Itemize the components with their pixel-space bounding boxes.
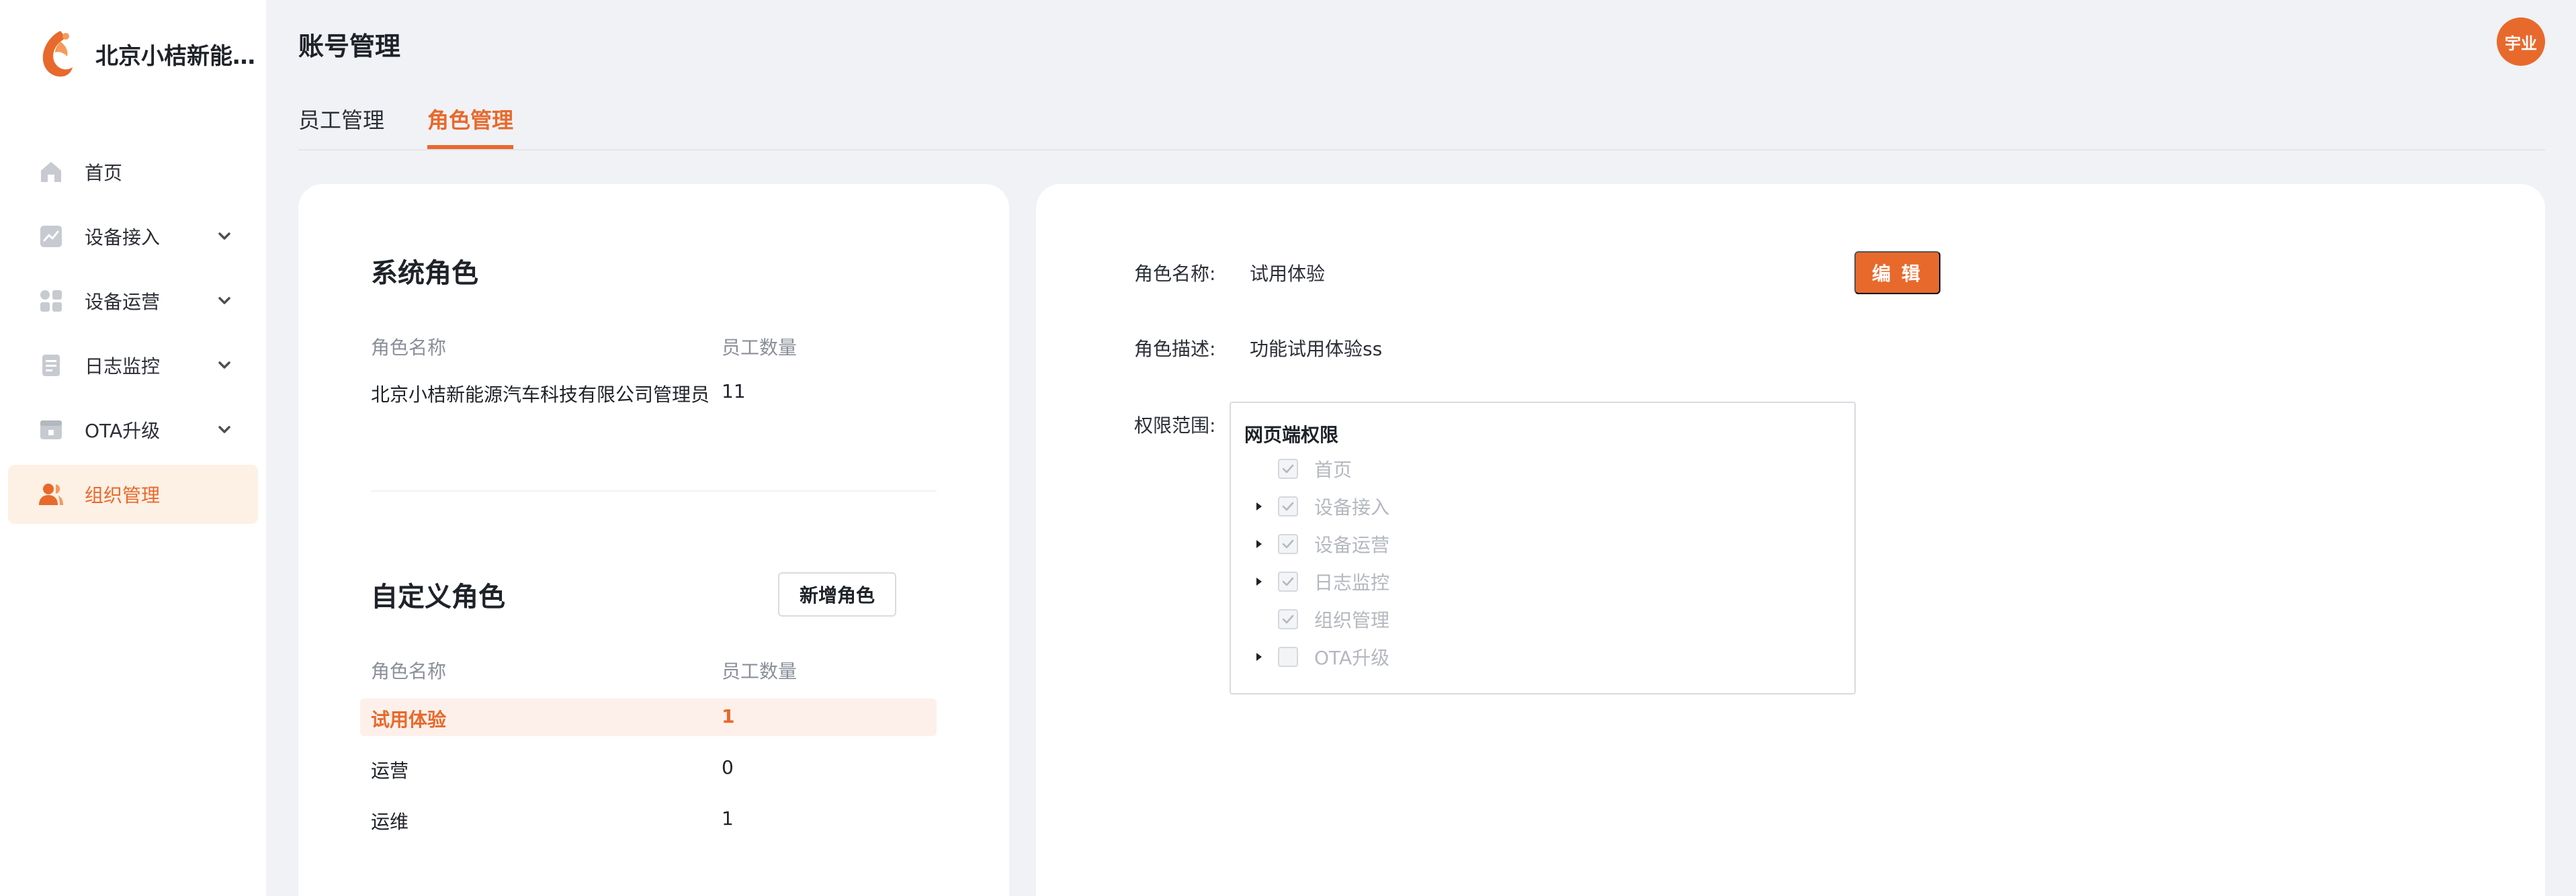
sidebar-item-device-access[interactable]: 设备接入 <box>8 207 258 266</box>
role-name-cell: 北京小桔新能源汽车科技有限公司管理员 <box>371 384 710 406</box>
role-description-value: 功能试用体验ss <box>1250 338 1383 360</box>
chart-icon <box>38 223 65 250</box>
tree-node-label: 组织管理 <box>1314 609 1390 631</box>
sidebar-item-label: 日志监控 <box>85 355 161 377</box>
sidebar-item-label: 设备运营 <box>85 291 161 313</box>
sidebar-item-device-operation[interactable]: 设备运营 <box>8 271 258 330</box>
employee-count-cell: 11 <box>722 380 746 402</box>
role-name-label: 角色名称: <box>1134 263 1216 285</box>
tree-node-device-operation[interactable]: 设备运营 <box>1251 531 1389 557</box>
column-header-employee-count: 员工数量 <box>722 660 798 682</box>
tree-node-label: 设备接入 <box>1314 496 1390 519</box>
selected-row-highlight <box>360 699 937 736</box>
tree-node-log-monitor[interactable]: 日志监控 <box>1251 568 1389 595</box>
tab-bar: 员工管理 角色管理 <box>298 98 2545 150</box>
sidebar-item-ota-upgrade[interactable]: OTA升级 <box>8 400 258 459</box>
check-icon <box>1282 464 1294 474</box>
tree-node-device-access[interactable]: 设备接入 <box>1251 493 1389 520</box>
permission-tree-root: 网页端权限 <box>1244 424 1339 446</box>
sidebar-item-label: OTA升级 <box>85 420 161 442</box>
sidebar-item-label: 首页 <box>85 162 123 184</box>
sidebar-menu: 首页 设备接入 设备运营 日志监控 OTA升级 组织管理 <box>8 142 258 529</box>
caret-right-icon[interactable] <box>1251 536 1267 552</box>
tab-role-management[interactable]: 角色管理 <box>427 103 514 149</box>
chevron-down-icon <box>218 361 230 369</box>
tree-node-label: 设备运营 <box>1314 534 1390 556</box>
section-divider <box>371 490 937 492</box>
employee-count-cell: 1 <box>722 705 735 727</box>
sidebar-item-label: 设备接入 <box>85 226 161 249</box>
tab-employee-management[interactable]: 员工管理 <box>298 103 384 149</box>
role-name-cell: 试用体验 <box>371 709 447 731</box>
checkbox-unchecked[interactable] <box>1278 647 1298 667</box>
caret-right-icon[interactable] <box>1251 574 1267 590</box>
brand-name: 北京小桔新能源汽车科技有限公司 <box>95 42 257 70</box>
check-icon <box>1282 577 1294 586</box>
sidebar-item-org-management[interactable]: 组织管理 <box>8 465 258 524</box>
role-list-card: 系统角色 角色名称 员工数量 北京小桔新能源汽车科技有限公司管理员 11 自定义… <box>298 184 1009 896</box>
caret-right-icon[interactable] <box>1251 498 1267 514</box>
role-name-cell: 运维 <box>371 811 409 833</box>
column-header-role-name: 角色名称 <box>371 660 447 682</box>
tree-node-label: 日志监控 <box>1314 572 1390 594</box>
tree-node-org-management[interactable]: 组织管理 <box>1251 606 1389 633</box>
grid-icon <box>38 287 65 314</box>
custom-roles-title: 自定义角色 <box>371 582 505 613</box>
employee-count-cell: 1 <box>722 807 734 830</box>
tree-node-home[interactable]: 首页 <box>1251 455 1352 482</box>
column-header-employee-count: 员工数量 <box>722 337 798 359</box>
tree-node-label: OTA升级 <box>1314 647 1390 669</box>
sidebar-item-log-monitor[interactable]: 日志监控 <box>8 336 258 395</box>
check-icon <box>1282 615 1294 624</box>
page-title: 账号管理 <box>298 32 401 61</box>
role-detail-card: 角色名称: 试用体验 编 辑 角色描述: 功能试用体验ss 权限范围: 网页端权… <box>1036 184 2545 896</box>
chevron-down-icon <box>218 232 230 240</box>
tree-node-label: 首页 <box>1314 459 1353 481</box>
column-header-role-name: 角色名称 <box>371 337 447 359</box>
checkbox-checked[interactable] <box>1278 459 1298 479</box>
chevron-down-icon <box>218 297 230 304</box>
edit-button[interactable]: 编 辑 <box>1854 251 1940 294</box>
role-name-cell: 运营 <box>371 760 409 782</box>
add-role-button[interactable]: 新增角色 <box>778 572 896 617</box>
sidebar: 北京小桔新能源汽车科技有限公司 首页 设备接入 设备运营 <box>0 0 266 896</box>
document-icon <box>38 352 65 379</box>
employee-count-cell: 0 <box>722 756 734 778</box>
permission-tree: 网页端权限 首页 设备接入 设备运营 日志监控 组织管理 OTA升级 <box>1230 402 1856 695</box>
tree-node-ota-upgrade[interactable]: OTA升级 <box>1251 643 1389 670</box>
users-icon <box>38 481 65 508</box>
permission-scope-label: 权限范围: <box>1134 414 1216 437</box>
checkbox-checked[interactable] <box>1278 534 1298 554</box>
chevron-down-icon <box>218 426 230 433</box>
checkbox-checked[interactable] <box>1278 496 1298 517</box>
brand[interactable]: 北京小桔新能源汽车科技有限公司 <box>36 27 257 81</box>
check-icon <box>1282 539 1294 549</box>
sidebar-item-home[interactable]: 首页 <box>8 142 258 201</box>
avatar[interactable]: 宇业 <box>2497 17 2545 66</box>
box-icon <box>38 416 65 443</box>
check-icon <box>1282 502 1294 511</box>
checkbox-checked[interactable] <box>1278 572 1298 592</box>
role-description-label: 角色描述: <box>1134 338 1216 360</box>
home-icon <box>38 159 65 185</box>
checkbox-checked[interactable] <box>1278 609 1298 629</box>
sidebar-item-label: 组织管理 <box>85 484 161 506</box>
system-roles-title: 系统角色 <box>371 258 478 289</box>
brand-logo-icon <box>42 31 73 77</box>
role-name-value: 试用体验 <box>1250 263 1326 285</box>
caret-right-icon[interactable] <box>1251 649 1267 665</box>
